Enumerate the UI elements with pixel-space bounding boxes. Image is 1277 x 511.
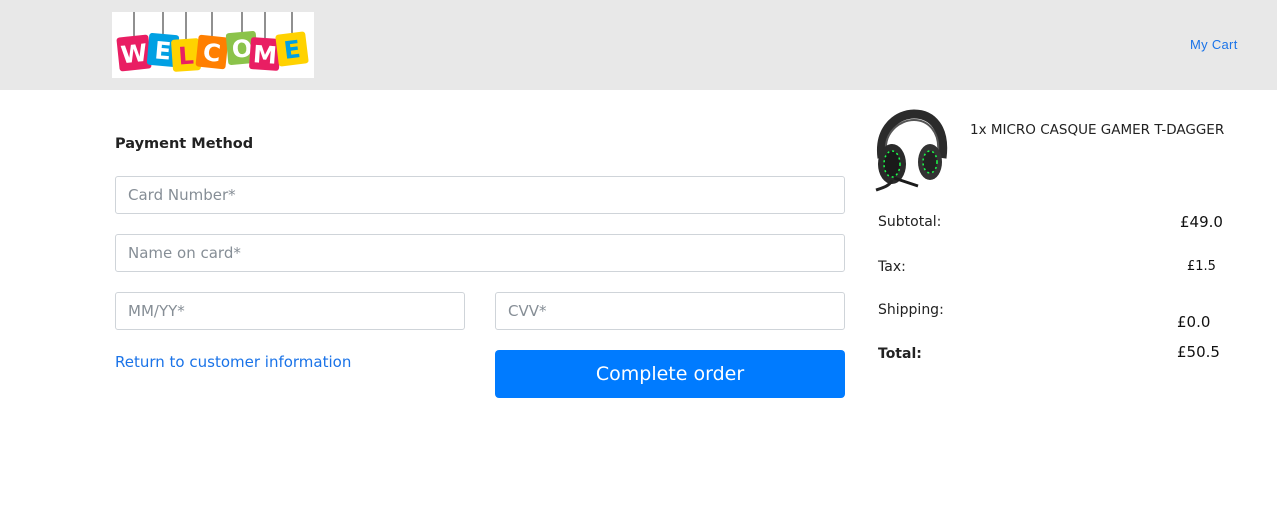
subtotal-value: £49.0 (1180, 213, 1223, 231)
tax-value: £1.5 (1187, 259, 1216, 274)
total-label: Total: (878, 346, 922, 362)
headset-product-image (868, 108, 952, 194)
svg-text:L: L (177, 41, 194, 70)
subtotal-label: Subtotal: (878, 214, 942, 230)
shipping-label: Shipping: (878, 302, 944, 318)
cvv-input[interactable] (495, 292, 845, 330)
expiry-date-input[interactable] (115, 292, 465, 330)
svg-text:M: M (252, 40, 278, 70)
svg-text:C: C (202, 38, 222, 68)
name-on-card-input[interactable] (115, 234, 845, 272)
welcome-logo[interactable]: W E L C O M E (112, 12, 314, 78)
return-to-customer-info-link[interactable]: Return to customer information (115, 353, 351, 371)
my-cart-link[interactable]: My Cart (1190, 37, 1238, 52)
site-header: W E L C O M E My Cart (0, 0, 1277, 90)
svg-text:E: E (154, 36, 173, 65)
svg-text:W: W (119, 39, 148, 70)
shipping-value: £0.0 (1177, 313, 1211, 331)
card-number-input[interactable] (115, 176, 845, 214)
total-value: £50.5 (1177, 343, 1220, 361)
order-item-name: 1x MICRO CASQUE GAMER T-DAGGER (970, 122, 1225, 138)
svg-text:E: E (282, 35, 302, 65)
complete-order-button[interactable]: Complete order (495, 350, 845, 398)
tax-label: Tax: (878, 259, 906, 275)
payment-method-heading: Payment Method (115, 136, 254, 152)
